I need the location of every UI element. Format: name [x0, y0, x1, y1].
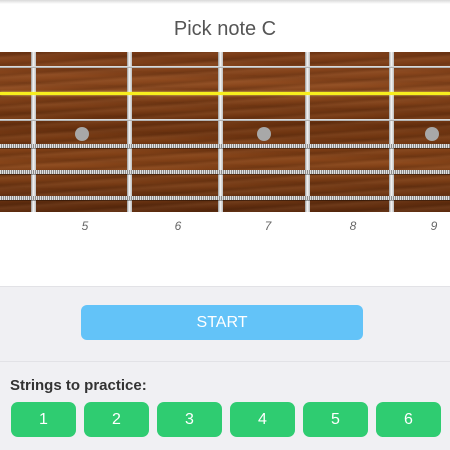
string-toggle-6[interactable]: 6 [376, 402, 441, 437]
fret-number: 7 [264, 219, 272, 233]
string-toggle-3[interactable]: 3 [157, 402, 222, 437]
fret-number: 5 [81, 219, 89, 233]
fret-number: 9 [430, 219, 438, 233]
string-5[interactable] [0, 170, 450, 174]
string-3[interactable] [0, 119, 450, 121]
fret-marker-dot [257, 127, 271, 141]
string-2-highlighted[interactable] [0, 92, 450, 95]
fret-number: 8 [349, 219, 357, 233]
fret-wire [127, 52, 132, 212]
string-toggle-4[interactable]: 4 [230, 402, 295, 437]
string-6[interactable] [0, 196, 450, 200]
note-prompt: Pick note C [173, 18, 277, 40]
fret-wire [305, 52, 310, 212]
string-1[interactable] [0, 66, 450, 68]
strings-practice-label: Strings to practice: [10, 377, 147, 394]
top-shadow [0, 0, 450, 4]
string-4[interactable] [0, 144, 450, 148]
string-toggle-1[interactable]: 1 [11, 402, 76, 437]
start-button[interactable]: START [81, 305, 363, 340]
fret-wire [218, 52, 223, 212]
fretboard[interactable] [0, 52, 450, 212]
string-toggle-2[interactable]: 2 [84, 402, 149, 437]
fret-wire [31, 52, 36, 212]
fret-marker-dot [75, 127, 89, 141]
fretboard-wood [0, 52, 450, 212]
fret-marker-dot [425, 127, 439, 141]
string-toggle-5[interactable]: 5 [303, 402, 368, 437]
fret-wire [389, 52, 394, 212]
fret-number: 6 [174, 219, 182, 233]
